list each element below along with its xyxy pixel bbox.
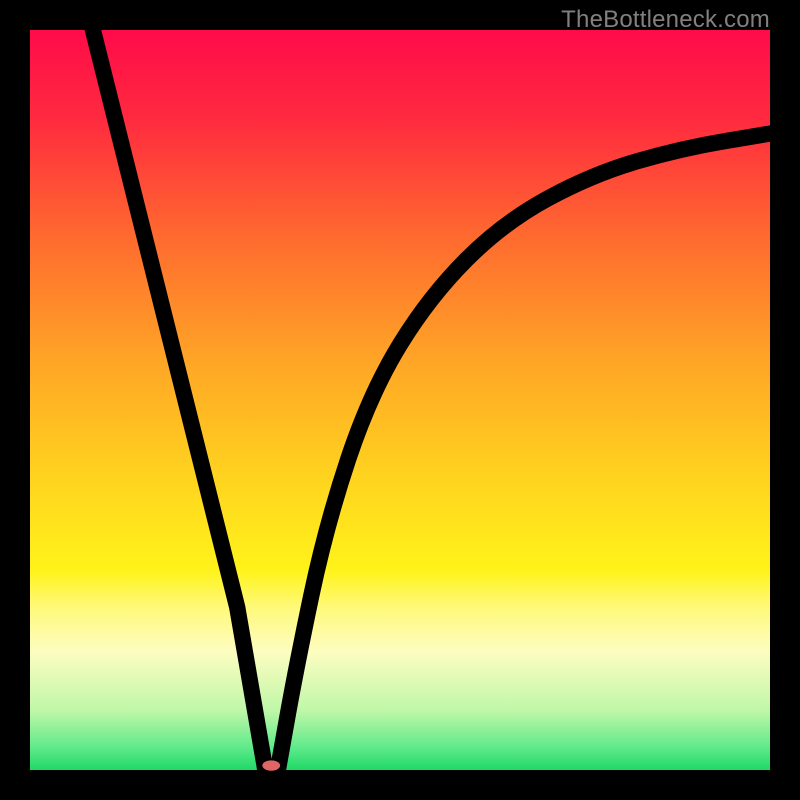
curve-right-arm: [278, 134, 770, 770]
curve-left-arm: [93, 30, 265, 770]
optimum-marker: [262, 760, 280, 770]
bottleneck-curve: [30, 30, 770, 770]
chart-frame: [30, 30, 770, 770]
